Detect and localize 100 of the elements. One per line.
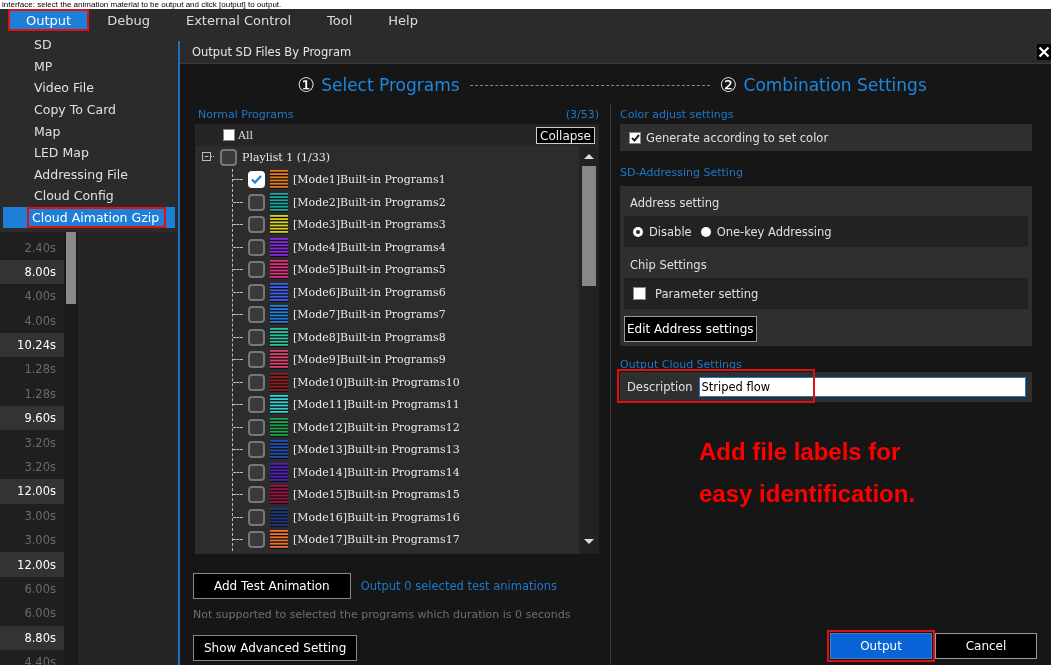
- program-name: [Mode13]Built-in Programs13: [293, 443, 460, 457]
- program-name: [Mode4]Built-in Programs4: [293, 240, 446, 254]
- program-checkbox[interactable]: [248, 283, 265, 301]
- program-checkbox[interactable]: [248, 373, 265, 391]
- duration-cell: 12.00s: [0, 479, 64, 504]
- menu-option[interactable]: Cloud Aimation Gzip: [3, 206, 175, 229]
- step-title: Combination Settings: [743, 75, 927, 95]
- program-checkbox[interactable]: [248, 396, 265, 414]
- duration-cell-text: 3.00s: [23, 507, 57, 525]
- menu-item[interactable]: Output: [8, 9, 90, 31]
- checkbox-label: All: [238, 128, 253, 142]
- program-checkbox[interactable]: [248, 463, 265, 481]
- checkbox-label: Generate according to set color: [646, 130, 829, 145]
- menu-option[interactable]: LED Map: [3, 141, 175, 164]
- program-name: [Mode14]Built-in Programs14: [293, 465, 460, 479]
- program-name: [Mode7]Built-in Programs7: [293, 308, 446, 322]
- program-name: [Mode3]Built-in Programs3: [293, 218, 446, 232]
- program-name: [Mode6]Built-in Programs6: [293, 285, 446, 299]
- program-name: [Mode17]Built-in Programs17: [293, 533, 460, 547]
- dialog-title: Output SD Files By Program: [192, 45, 352, 59]
- section-title: SD-Addressing Setting: [620, 164, 744, 181]
- menu-option[interactable]: Copy To Card: [3, 98, 175, 121]
- close-icon[interactable]: [1037, 44, 1051, 60]
- check-icon: [251, 175, 262, 185]
- section-title: Color adjust settings: [620, 106, 735, 123]
- program-checkbox[interactable]: [248, 441, 265, 459]
- program-name: [Mode15]Built-in Programs15: [293, 488, 460, 502]
- playlist-checkbox[interactable]: [220, 148, 237, 166]
- duration-cell-text: 6.00s: [23, 581, 57, 598]
- checkbox-label: Parameter setting: [655, 286, 759, 301]
- add-test-animation-button[interactable]: Add Test Animation: [193, 573, 351, 599]
- program-checkbox[interactable]: [248, 508, 265, 526]
- program-name: [Mode2]Built-in Programs2: [293, 195, 446, 209]
- description-field[interactable]: Striped flow: [698, 377, 1026, 397]
- annotation-text: Add file labels for easy identification.: [699, 437, 917, 509]
- program-checkbox[interactable]: [248, 418, 265, 436]
- duration-cell-text: 6.00s: [23, 605, 57, 623]
- menu-item[interactable]: External Control: [167, 9, 309, 31]
- step-number: ②: [719, 73, 738, 97]
- program-checkbox[interactable]: [248, 193, 265, 211]
- radio-button[interactable]: [700, 226, 711, 237]
- check-icon: [630, 133, 640, 142]
- step-title: Select Programs: [321, 75, 460, 95]
- program-name: [Mode9]Built-in Programs9: [293, 353, 446, 367]
- menu-item[interactable]: Tool: [309, 9, 371, 31]
- select-all-checkbox[interactable]: [223, 129, 235, 141]
- cancel-button[interactable]: Cancel: [935, 633, 1037, 659]
- duration-cell: 8.80s: [0, 625, 64, 650]
- duration-cell: 8.00s: [0, 259, 64, 285]
- generate-checkbox[interactable]: [629, 131, 641, 144]
- menu-option[interactable]: MP: [3, 55, 175, 78]
- program-checkbox[interactable]: [248, 261, 265, 279]
- menu-option[interactable]: Addressing File: [3, 163, 175, 186]
- program-checkbox[interactable]: [248, 328, 265, 346]
- field-label: Description: [627, 380, 693, 394]
- step-number: ①: [297, 73, 316, 97]
- program-name: [Mode16]Built-in Programs16: [293, 510, 460, 524]
- menu-item[interactable]: Debug: [89, 9, 168, 31]
- program-name: [Mode5]Built-in Programs5: [293, 263, 446, 277]
- advanced-setting-button[interactable]: Show Advanced Setting: [193, 635, 358, 661]
- program-checkbox[interactable]: [248, 486, 265, 504]
- program-checkbox[interactable]: [248, 306, 265, 324]
- duration-cell: 9.60s: [0, 406, 64, 431]
- program-name: [Mode1]Built-in Programs1: [293, 173, 446, 187]
- duration-cell-text: 3.00s: [23, 532, 57, 550]
- menu-option[interactable]: Map: [3, 120, 175, 142]
- program-checkbox[interactable]: [248, 238, 265, 256]
- edit-address-button[interactable]: Edit Address settings: [624, 316, 757, 342]
- radio-label: Disable: [649, 224, 692, 239]
- menu-item[interactable]: Help: [370, 9, 436, 31]
- menu-option[interactable]: SD: [3, 34, 175, 56]
- program-name: [Mode12]Built-in Programs12: [293, 420, 460, 434]
- parameter-checkbox[interactable]: [633, 287, 646, 300]
- duration-cell-text: 2.40s: [23, 239, 57, 257]
- duration-cell-text: 3.20s: [23, 434, 57, 452]
- playlist-name: Playlist 1 (1/33): [242, 150, 331, 164]
- info-note: Not supported to selected the programs which duration is 0 seconds: [193, 608, 572, 621]
- test-animation-status: Output 0 selected test animations: [360, 579, 557, 593]
- section-title: Normal Programs: [198, 107, 294, 121]
- menu-option[interactable]: Video File: [3, 77, 175, 99]
- program-name: [Mode10]Built-in Programs10: [293, 375, 460, 389]
- duration-cell-text: 1.28s: [23, 361, 57, 379]
- duration-cell-text: 4.00s: [23, 312, 57, 330]
- program-checkbox[interactable]: [248, 531, 265, 549]
- program-name: [Mode11]Built-in Programs11: [293, 398, 460, 412]
- group-label: Address setting: [629, 195, 721, 212]
- caption-text: interface: select the animation material to be output and click [output] to output.: [1, 0, 283, 9]
- output-button[interactable]: Output: [830, 633, 932, 659]
- duration-cell: 12.00s: [0, 552, 64, 577]
- program-checkbox[interactable]: [248, 351, 265, 369]
- collapse-button[interactable]: Collapse: [536, 126, 595, 144]
- duration-cell: 10.24s: [0, 332, 64, 358]
- duration-cell-text: 4.00s: [23, 288, 57, 306]
- program-checkbox[interactable]: [248, 216, 265, 234]
- radio-label: One-key Addressing: [716, 224, 832, 239]
- collapse-icon[interactable]: [202, 151, 215, 163]
- menu-option[interactable]: Cloud Config: [3, 185, 175, 207]
- radio-button[interactable]: [633, 226, 643, 237]
- program-name: [Mode8]Built-in Programs8: [293, 330, 446, 344]
- section-title: Output Cloud Settings: [620, 356, 743, 372]
